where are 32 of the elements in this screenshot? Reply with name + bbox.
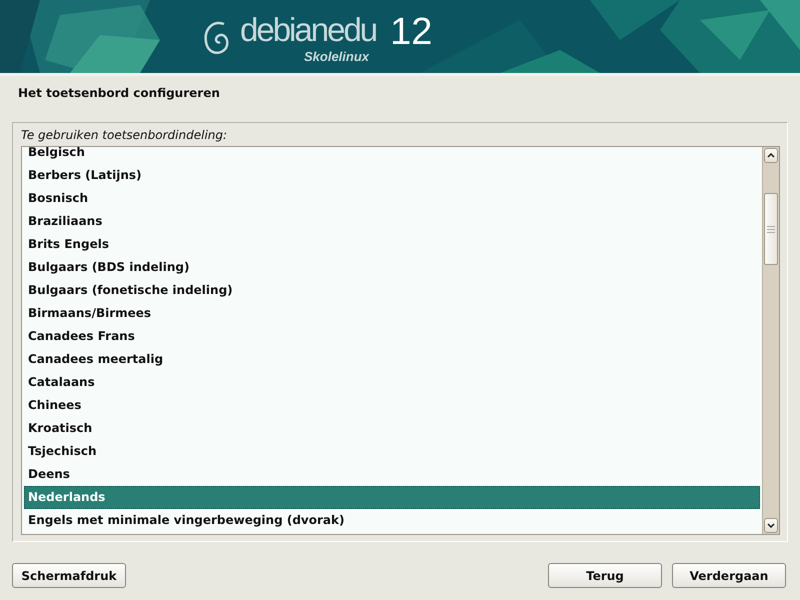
list-item[interactable]: Catalaans xyxy=(24,371,760,394)
button[interactable]: Schermafdruk xyxy=(12,563,126,588)
button[interactable]: Verdergaan xyxy=(672,563,786,588)
list-item[interactable]: Bulgaars (BDS indeling) xyxy=(24,256,760,279)
field-label: Te gebruiken toetsenbordindeling: xyxy=(21,128,228,142)
version-number: 12 xyxy=(390,12,432,52)
list-item[interactable]: Braziliaans xyxy=(24,210,760,233)
list-item[interactable]: Deens xyxy=(24,463,760,486)
scrollbar[interactable] xyxy=(762,147,779,534)
button[interactable]: Terug xyxy=(548,563,662,588)
scroll-up-button[interactable] xyxy=(764,148,778,163)
brand-name: debianedu xyxy=(240,12,376,48)
list-item[interactable]: Canadees meertalig xyxy=(24,348,760,371)
list-item[interactable]: Birmaans/Birmees xyxy=(24,302,760,325)
scroll-thumb[interactable] xyxy=(764,193,778,265)
list-item[interactable]: Nederlands xyxy=(24,486,760,509)
list-item[interactable]: Bosnisch xyxy=(24,187,760,210)
list-item[interactable]: Tsjechisch xyxy=(24,440,760,463)
list-item[interactable]: Engels met minimale vingerbeweging (dvorak) xyxy=(24,509,760,532)
subtitle: Skolelinux xyxy=(304,49,370,64)
list-item[interactable]: Canadees Frans xyxy=(24,325,760,348)
list-item[interactable]: Berbers (Latijns) xyxy=(24,164,760,187)
grip-icon xyxy=(767,226,775,232)
list-item[interactable]: Brits Engels xyxy=(24,233,760,256)
scroll-down-button[interactable] xyxy=(764,518,778,533)
list-item[interactable]: Chinees xyxy=(24,394,760,417)
list-item[interactable]: Bulgaars (fonetische indeling) xyxy=(24,279,760,302)
list-item[interactable]: Kroatisch xyxy=(24,417,760,440)
caret-down-icon xyxy=(767,523,775,528)
caret-up-icon xyxy=(767,153,775,158)
list-item[interactable]: Belgisch xyxy=(24,147,760,164)
page-title: Het toetsenbord configureren xyxy=(18,86,221,100)
